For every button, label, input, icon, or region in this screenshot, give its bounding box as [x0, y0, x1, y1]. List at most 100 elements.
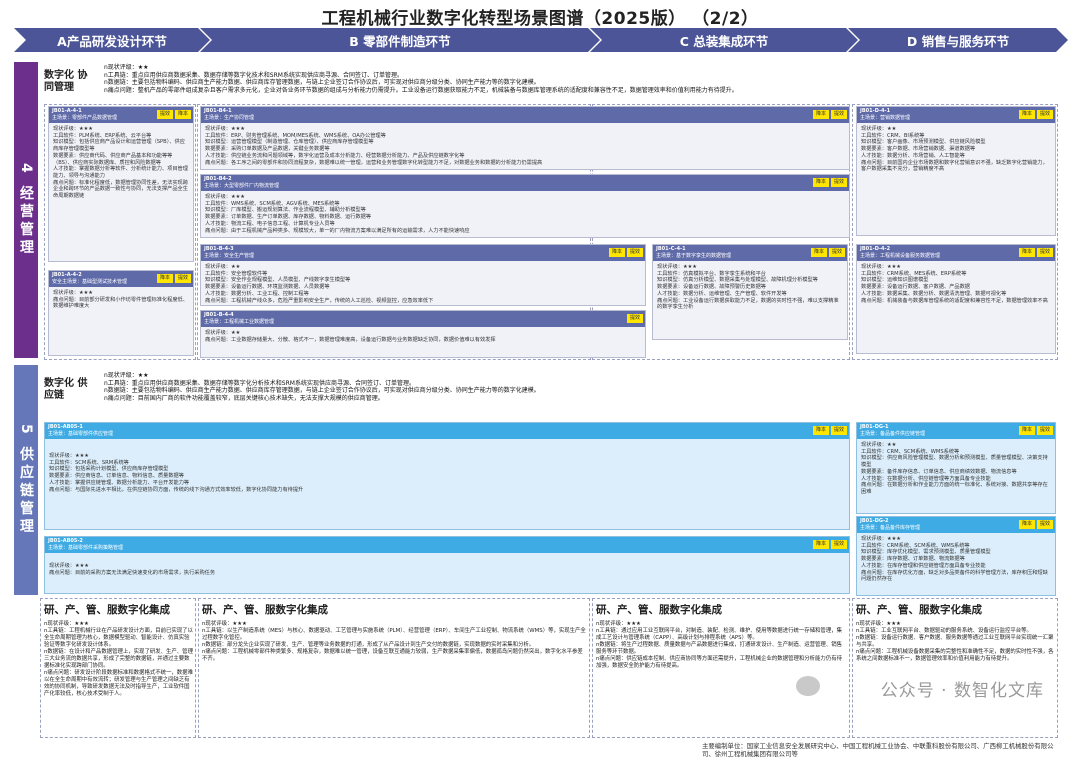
integration-heading: 研、产、管、服数字化集成: [856, 604, 982, 616]
tag-badge: 提效: [1036, 110, 1053, 119]
tag-badge: 提效: [1036, 520, 1053, 529]
phase-d-header: D 销售与服务环节: [848, 28, 1068, 52]
card-line: 知识模型：包括供应商产品设计和运营管理（SPB）、供应商库存管理模型等: [53, 139, 185, 153]
scene-card-ab52[interactable]: JB01-AB05-2 主场景：基础零部件采购策略管理 降本 提效 现状评级：★★★…: [44, 536, 850, 594]
card-code: JB01-AB05-1: [48, 424, 83, 430]
card-line: 人才技能：数据采集、数据分析、数据清洗管理、数据可视化等: [861, 290, 1007, 297]
phase-b-header: B 零部件制造环节: [200, 28, 600, 52]
scene-card-a41[interactable]: JB01-A-4-1 主场景：零部件产品数据管理 提效 降本 现状评级：★★★ 工具软…: [48, 106, 194, 262]
section-notes-supply: n现状评级：★★ n工具链：重点应用供应商数据采集、数据存储等数字化分析技术和S…: [104, 372, 844, 402]
card-line: 现状评级：★★★: [49, 453, 89, 459]
note-line: n痛点问题：整机产品的零部件组成复杂且客户需求多元化，企业对各业务环节数据的组成…: [104, 86, 738, 94]
note-line: n数据链：主要包括物料编码、供应商生产能力数据、供应商库存管理数据，与链上企业签…: [104, 79, 540, 87]
card-line: 现状评级：★★★: [861, 264, 901, 270]
card-line: 现状评级：★★★: [205, 194, 245, 200]
tag-badge: 降本: [810, 248, 827, 257]
card-code: JB01-B-4-3: [204, 246, 234, 252]
scene-card-b42[interactable]: JB01-B4-2 主场景：大型零部件厂内物流管理 降本 提效 现状评级：★★★ 工具…: [200, 174, 850, 238]
card-line: 现状评级：★★★: [49, 563, 89, 569]
integration-line: n数据链：将生产过程数据、质量数据与产品数据进行集成，打通研发设计、生产制造、运…: [596, 642, 842, 655]
integration-heading: 研、产、管、服数字化集成: [596, 604, 722, 616]
scene-card-dg2[interactable]: JB01-DG-2 主场景：备品备件库存管理 降本 提效 现状评级：★★★ 工具软件：…: [856, 516, 1056, 596]
integration-line: n数据链：在设计和产品数据管理上，实现了研发、生产、管理三大业务流的数据共享，形…: [44, 649, 193, 669]
section-title-collab: 数字化 协同管理: [44, 70, 88, 93]
tag-badge: 提效: [830, 110, 847, 119]
integration-line: n工具链：工业互联网平台、数据驱动的服务系统、设备运行监控平台等。: [856, 628, 1032, 634]
card-line: 痛点问题：工业数据存储量大、分散、格式不一，数据管理难度高，设备运行数据与业务数…: [205, 336, 496, 343]
integration-line: n痛点问题：研发设计阶段数据标准和数据格式不统一，数据难以在全生命周期中有效流转…: [44, 670, 193, 697]
card-line: 痛点问题：在库存优化方面，缺乏对多品类备件的科学管理方法，库存积压和短缺问题仍然…: [861, 569, 1048, 583]
integration-line: n痛点问题：工程机械零部件种类繁多、规格复杂，数据难以统一管理，设备互联互通能力…: [202, 649, 583, 662]
card-line: 数据要素：采购订单数据及产品数据，关键业务数据等: [205, 146, 330, 153]
integration-line: n数据链：部分龙头企业实现了研发、生产、管理等业务数据的打通，形成了从产品设计到…: [202, 642, 535, 648]
card-scene: 主场景：备品备件供应链管理: [860, 430, 926, 437]
card-line: 痛点问题：工业设备运行数据获取能力不足，数据的实时性不强，难以支撑精准的数字孪生…: [657, 297, 839, 311]
card-line: 数据要素：订单数据、生产订单数据、库存数据、物料数据、运行数据等: [205, 214, 372, 221]
scene-card-b43[interactable]: JB01-B-4-3 主场景：安全生产管理 降本 提效 现状评级：★★ 工具软件：安全…: [200, 244, 646, 306]
card-line: 数据要素：供应商代码、供应商产品基本和功能等等（BS）、供应商实际数据库、质控和…: [53, 152, 173, 166]
integration-line: n数据链：设备运行数据、客户数据、服务数据等通过工业互联网平台实现统一汇聚与共享…: [856, 635, 1054, 648]
card-scene: 主场景：生产协同管理: [204, 114, 255, 121]
integration-line: n痛点问题：工程机械设备数据采集的完整性和准确性不足，数据的实时性不强，各系统之…: [856, 649, 1054, 662]
tag-badge: 降本: [1018, 248, 1035, 257]
tag-badge: 提效: [626, 248, 643, 257]
tag-badge: 降本: [812, 426, 829, 435]
card-line: 现状评级：★★★: [861, 536, 901, 542]
integration-line: n现状评级：★★★: [44, 621, 89, 627]
card-scene: 主场景：基础零部件采购策略管理: [48, 544, 124, 551]
scene-card-a42[interactable]: JB01-A-4-2 安全主场景：基础型测试技术管理 降本 提效 现状评级：★★★ 痛…: [48, 270, 194, 356]
card-line: 人才技能：数据分析、运维管理、生产管理、软件开发等: [657, 290, 787, 297]
tag-badge: 降本: [812, 178, 829, 187]
card-line: 人才技能：数据分析、市场营销、人工智能等: [861, 152, 965, 159]
integration-block-b: 研、产、管、服数字化集成 n现状评级：★★★ n工具链：以生产制造系统（MES）与…: [202, 602, 586, 663]
tag-badge: 降本: [1018, 426, 1035, 435]
scene-card-d41[interactable]: JB01-D-4-1 主场景：营销数据管理 降本 提效 现状评级：★★ 工具软件：CR…: [856, 106, 1056, 236]
card-line: 人才技能：供应链业务流和问题领域等，数字化运营及成本分析能力、经营数据分析能力、…: [205, 152, 465, 159]
tag-badge: 提效: [828, 248, 845, 257]
card-line: 人才技能：掌握数据分析等软件、分析统计能力、项目管理能力、领导与沟通能力: [53, 166, 188, 179]
footer-credits: 主要编制单位：国家工业信息安全发展研究中心、中国工程机械工业协会、中联重科股份有…: [702, 742, 1054, 758]
card-line: 痛点问题：各工序之间的零部件和协同流程复杂，数据难以统一管理，运营和业务管理数字…: [205, 159, 543, 166]
tag-badge: 降本: [174, 110, 191, 119]
card-line: 现状评级：★★: [861, 126, 897, 132]
card-scene: 主场景：工程机械工业数据管理: [204, 318, 275, 325]
integration-line: n现状评级：★★★: [202, 621, 247, 627]
card-line: 痛点问题：机械装备与数据库管理系统的适配度和兼容性不足，数据管理效率不高: [861, 297, 1048, 304]
card-line: 痛点问题：目前的采购方案无法满足快速变化的市场需求，执行采购任务: [49, 569, 216, 576]
scene-card-b41[interactable]: JB01-B4-1 主场景：生产协同管理 降本 提效 现状评级：★★★ 工具软件：ER…: [200, 106, 850, 170]
watermark: 公众号 · 数智化文库: [880, 681, 1044, 701]
card-line: 数据要素：供应商信息、订单信息、物料信息、质量数据等: [49, 473, 184, 480]
card-code: JB01-B4-2: [204, 176, 232, 182]
integration-block-c: 研、产、管、服数字化集成 n现状评级：★★★ n工具链：通过应用工业互联网平台，对…: [596, 602, 846, 670]
card-line: 数据要素：设备运行数据、客户数据、产品数据: [861, 284, 970, 291]
card-line: 现状评级：★★: [861, 442, 897, 448]
card-line: 工具软件：SCM系统、SRM系统等: [49, 459, 129, 466]
scene-card-c41[interactable]: JB01-C-4-1 主场景：基于数字孪生的数据管理 降本 提效 现状评级：★★★ 工…: [652, 244, 848, 340]
card-line: 痛点问题：标准化程度低，数据管理协同性差，无法实现跨企业和跨环节的产品数据一致性…: [53, 179, 188, 200]
card-line: 痛点问题：与国际先进水平相比，在供应链协同方面，传统的线下沟通方式效率较低，数字…: [49, 486, 304, 493]
integration-line: n痛点问题：供应链成本控制、供应商协同等方面还需提升，工程机械企业的数据管理和分…: [596, 656, 842, 669]
tag-badge: 提效: [156, 110, 173, 119]
card-line: 人才技能：物流工程、电子信息工程、计算机专业人员等: [205, 220, 335, 227]
card-line: 数据要素：设备运行数据、环境监测数据、人员数据等: [205, 284, 330, 291]
scene-card-dg1[interactable]: JB01-DG-1 主场景：备品备件供应链管理 降本 提效 现状评级：★★ 工具软件：…: [856, 422, 1056, 514]
card-line: 痛点问题：目前部分研发和小作坊零件管理标准化程度低、数据维护难度大: [53, 296, 188, 310]
note-line: n现状评级：★★: [104, 372, 149, 379]
integration-line: n现状评级：★★★: [596, 621, 641, 627]
card-line: 现状评级：★★: [205, 264, 241, 270]
card-code: JB01-B4-1: [204, 108, 232, 114]
tag-badge: 提效: [830, 178, 847, 187]
card-scene: 主场景：零部件产品数据管理: [52, 114, 118, 121]
phase-c-header: C 总装集成环节: [590, 28, 858, 52]
tag-badge: 提效: [626, 314, 643, 323]
tag-badge: 提效: [174, 274, 191, 283]
scene-card-d42[interactable]: JB01-D-4-2 主场景：工程机械设备服务数据管理 降本 提效 现状评级：★★★…: [856, 244, 1056, 354]
category-bar-4: 4 经营管理: [14, 62, 38, 358]
integration-line: n工具链：以生产制造系统（MES）与核心、数据驱动、工艺管理与实施系统（PLM）…: [202, 628, 586, 641]
card-line: 痛点问题：目前国内企业市场数据和数字化营销意识不强，缺乏数字化营销能力，客户数据…: [861, 159, 1048, 173]
scene-card-ab51[interactable]: JB01-AB05-1 主场景：基础零部件供应管理 降本 提效 现状评级：★★★ 工具…: [44, 422, 850, 530]
card-line: 现状评级：★★★: [657, 264, 697, 270]
card-line: 数据要素：客户数据、市场营销数据、渠道数据等: [861, 146, 976, 153]
scene-card-b44[interactable]: JB01-B-4-4 主场景：工程机械工业数据管理 提效 现状评级：★★ 痛点问题：…: [200, 310, 646, 358]
card-code: JB01-AB05-2: [48, 538, 83, 544]
